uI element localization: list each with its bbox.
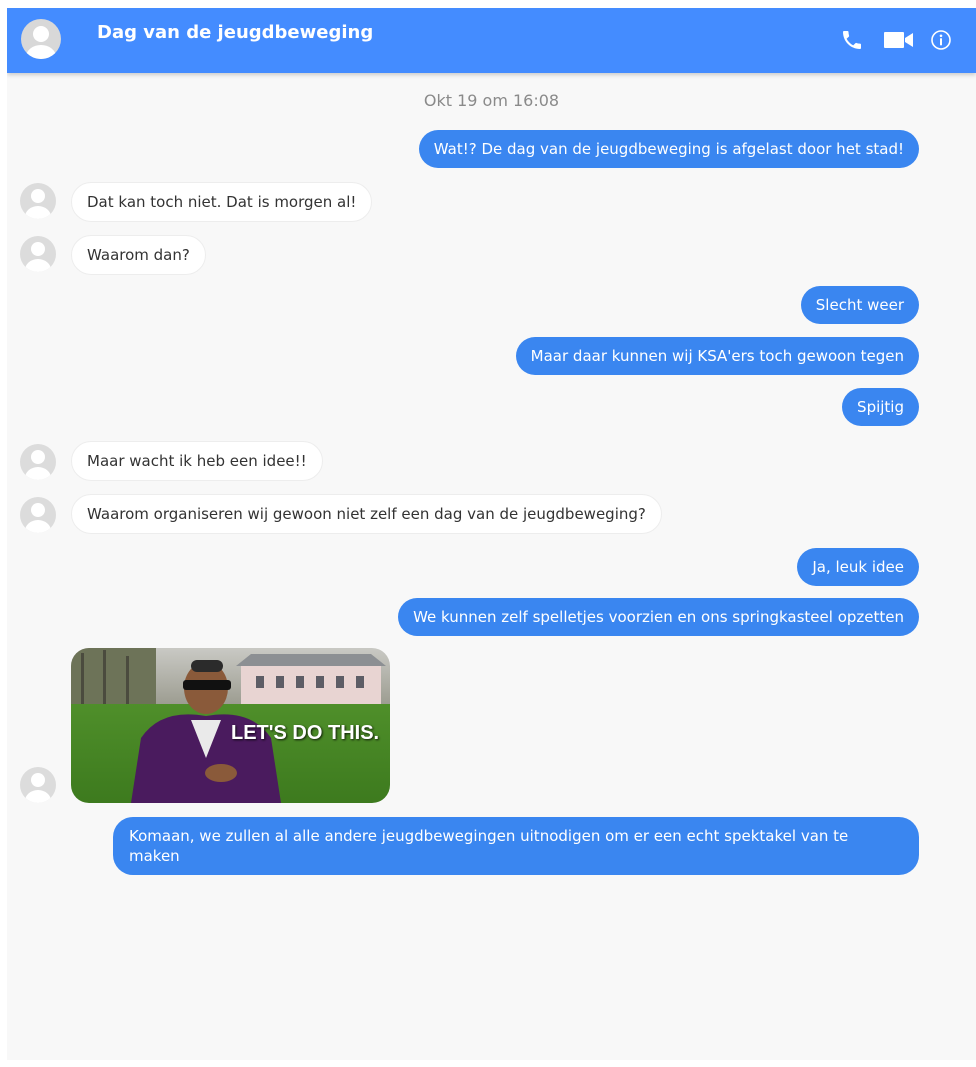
avatar [20, 236, 56, 272]
incoming-message[interactable]: Dat kan toch niet. Dat is morgen al! [71, 182, 373, 222]
outgoing-message[interactable]: Komaan, we zullen al alle andere jeugdbe… [113, 817, 919, 875]
gif-caption: LET'S DO THIS. [231, 722, 380, 744]
incoming-message[interactable]: Maar wacht ik heb een idee!! [71, 441, 323, 481]
chat-title: Dag van de jeugdbeweging [97, 22, 374, 43]
phone-icon[interactable] [839, 26, 865, 54]
outgoing-message[interactable]: We kunnen zelf spelletjes voorzien en on… [398, 598, 919, 636]
avatar [20, 444, 56, 480]
avatar [20, 497, 56, 533]
avatar [20, 183, 56, 219]
outgoing-message[interactable]: Ja, leuk idee [797, 548, 919, 586]
avatar [20, 767, 56, 803]
outgoing-message[interactable]: Slecht weer [800, 286, 919, 324]
outgoing-message[interactable]: Spijtig [842, 388, 919, 426]
chat-window: Dag van de jeugdbeweging Okt 19 om 16:08… [7, 8, 976, 1060]
chat-header: Dag van de jeugdbeweging [7, 8, 976, 73]
gif-message[interactable]: LET'S DO THIS. [71, 648, 390, 803]
message-timestamp: Okt 19 om 16:08 [423, 91, 560, 110]
incoming-message[interactable]: Waarom dan? [71, 235, 206, 275]
video-camera-icon[interactable] [882, 26, 916, 54]
info-icon[interactable] [929, 26, 953, 54]
incoming-message[interactable]: Waarom organiseren wij gewoon niet zelf … [71, 494, 662, 534]
outgoing-message[interactable]: Maar daar kunnen wij KSA'ers toch gewoon… [515, 337, 919, 375]
contact-avatar[interactable] [21, 19, 61, 59]
outgoing-message[interactable]: Wat!? De dag van de jeugdbeweging is afg… [418, 130, 919, 168]
